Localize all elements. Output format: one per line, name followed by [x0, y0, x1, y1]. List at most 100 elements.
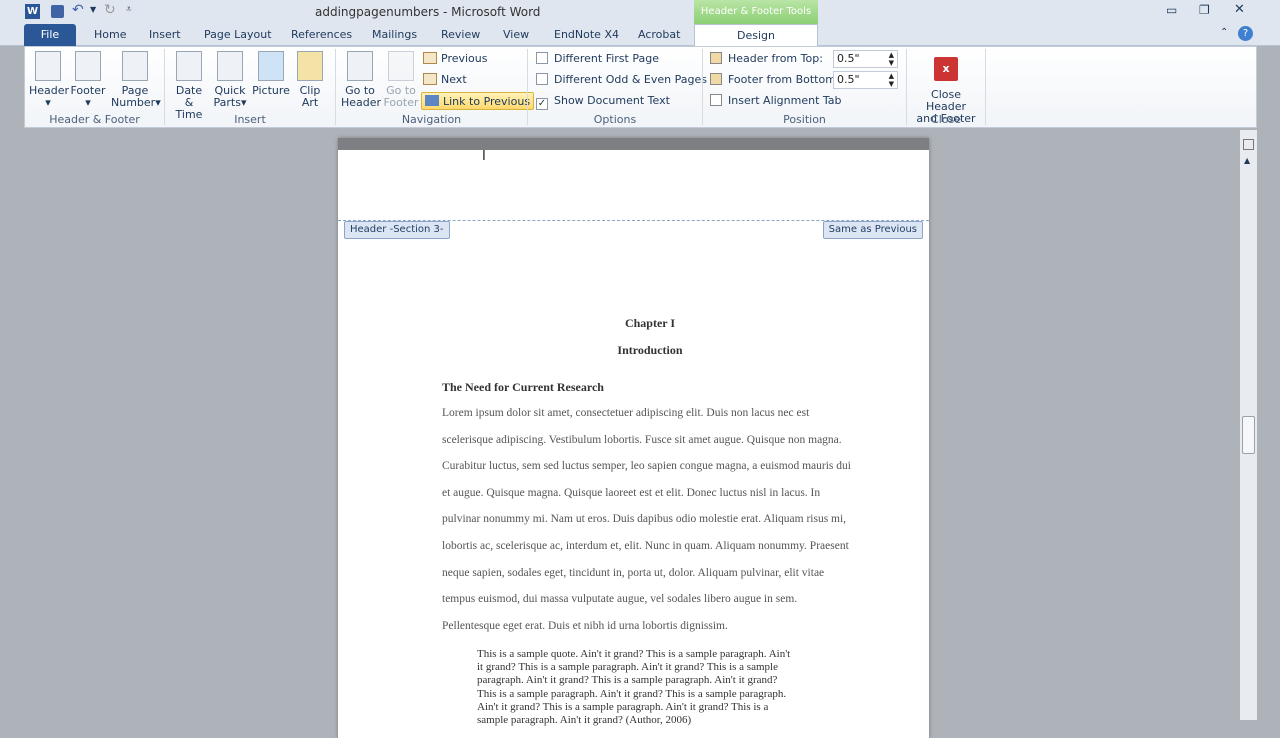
footer-from-bottom-label: Footer from Bottom:: [710, 71, 840, 89]
customize-toolbar-icon[interactable]: ⩡: [126, 4, 132, 15]
picture-button[interactable]: Picture: [251, 51, 291, 97]
checkbox-icon: [536, 52, 548, 64]
group-close: Close: [931, 113, 961, 126]
body-line: scelerisque adipiscing. Vestibulum lobor…: [442, 433, 842, 446]
different-odd-even-checkbox[interactable]: Different Odd & Even Pages: [536, 71, 707, 89]
ruler-toggle-icon[interactable]: [1243, 139, 1254, 150]
different-first-page-checkbox[interactable]: Different First Page: [536, 50, 659, 68]
text-cursor-icon: I: [482, 149, 486, 164]
minimize-button[interactable]: ▭: [1166, 3, 1177, 17]
next-button[interactable]: Next: [423, 71, 467, 89]
chapter-title: Chapter I: [624, 316, 676, 330]
header-from-top-input[interactable]: 0.5" ▲ ▼: [833, 50, 898, 68]
header-from-top-label: Header from Top:: [710, 50, 823, 68]
page-number-button[interactable]: Page Number▾: [111, 51, 161, 109]
link-icon: [425, 95, 439, 106]
date-time-button[interactable]: Date & Time: [170, 51, 208, 121]
tab-mailings[interactable]: Mailings: [372, 28, 417, 41]
different-first-page-label: Different First Page: [554, 52, 659, 65]
group-navigation: Navigation: [401, 113, 462, 126]
ribbon: Header ▾ Footer ▾ Page Number▾ Header & Foo…: [24, 46, 1257, 128]
close-header-label: Close Header: [925, 88, 967, 113]
tab-endnote[interactable]: EndNote X4: [554, 28, 619, 41]
tab-view[interactable]: View: [503, 28, 529, 41]
go-to-header-button[interactable]: Go to Header: [341, 51, 381, 109]
go-to-footer-icon: [388, 51, 414, 81]
vertical-scrollbar[interactable]: ▲: [1240, 130, 1257, 720]
minimize-ribbon-icon[interactable]: ⌃: [1220, 27, 1228, 38]
insert-alignment-tab-label: Insert Alignment Tab: [728, 94, 842, 107]
group-position: Position: [783, 113, 826, 126]
title-bar: W ↶ ▼ ↻ ⩡ addingpagenumbers - Microsoft …: [0, 0, 1280, 24]
link-to-previous-label: Link to Previous: [443, 95, 531, 108]
context-tab-label: Header & Footer Tools: [694, 0, 818, 24]
word-logo-icon: W: [25, 4, 40, 19]
header-section-tag: Header -Section 3-: [344, 221, 450, 239]
tab-home[interactable]: Home: [94, 28, 126, 41]
footer-from-bottom-input[interactable]: 0.5" ▲ ▼: [833, 71, 898, 89]
header-position-icon: [710, 52, 722, 64]
alignment-tab-icon: [710, 94, 722, 106]
undo-icon[interactable]: ↶: [72, 2, 84, 18]
tab-review[interactable]: Review: [441, 28, 480, 41]
go-to-footer-label-2: Footer: [383, 96, 419, 109]
picture-label: Picture: [252, 84, 290, 97]
go-to-footer-button: Go to Footer: [382, 51, 420, 109]
group-header-footer: Header & Footer: [49, 113, 140, 126]
window-title: addingpagenumbers - Microsoft Word: [315, 5, 541, 19]
previous-button[interactable]: Previous: [423, 50, 488, 68]
body-line: pulvinar nonummy mi. Nam ut eros. Duis d…: [442, 513, 847, 526]
tab-references[interactable]: References: [291, 28, 352, 41]
next-icon: [423, 73, 437, 85]
undo-dropdown-icon[interactable]: ▼: [90, 5, 96, 14]
tab-page-layout[interactable]: Page Layout: [204, 28, 272, 41]
page-number-icon: [122, 51, 148, 81]
body-line: Pellentesque eget erat. Duis et nibh id …: [442, 619, 728, 632]
group-options: Options: [593, 113, 637, 126]
scroll-up-icon[interactable]: ▲: [1244, 156, 1250, 165]
footer-label: Footer: [70, 84, 106, 97]
save-icon[interactable]: [51, 5, 64, 18]
footer-value: 0.5": [837, 73, 860, 86]
show-document-text-checkbox[interactable]: ✓ Show Document Text: [536, 92, 670, 110]
footer-button[interactable]: Footer ▾: [69, 51, 107, 109]
header-icon: [35, 51, 61, 81]
group-insert: Insert: [234, 113, 266, 126]
tab-design[interactable]: Design: [694, 24, 818, 48]
section-heading: The Need for Current Research: [442, 380, 604, 394]
tab-file[interactable]: File: [24, 24, 76, 46]
picture-icon: [258, 51, 284, 81]
close-window-button[interactable]: ✕: [1234, 2, 1245, 17]
redo-icon[interactable]: ↻: [104, 2, 116, 18]
quote-line: This is a sample paragraph. Ain't it gra…: [477, 687, 787, 700]
insert-alignment-tab-button[interactable]: Insert Alignment Tab: [710, 92, 842, 110]
tab-acrobat[interactable]: Acrobat: [638, 28, 680, 41]
ribbon-tabs: File Home Insert Page Layout References …: [0, 24, 1280, 48]
link-to-previous-button[interactable]: Link to Previous: [421, 92, 535, 110]
header-label: Header: [29, 84, 70, 97]
quote-line: paragraph. Ain't it grand? This is a sam…: [477, 674, 778, 687]
tab-insert[interactable]: Insert: [149, 28, 181, 41]
page-break-band: [338, 138, 929, 150]
quote-line: it grand? This is a sample paragraph. Ai…: [477, 661, 778, 674]
scroll-thumb[interactable]: [1242, 416, 1255, 454]
calendar-icon: [176, 51, 202, 81]
clip-art-icon: [297, 51, 323, 81]
same-as-previous-tag: Same as Previous: [822, 221, 923, 239]
quick-parts-button[interactable]: Quick Parts▾: [211, 51, 249, 109]
restore-button[interactable]: ❐: [1199, 3, 1210, 17]
spinner-icon[interactable]: ▲ ▼: [889, 72, 894, 88]
next-label: Next: [441, 73, 467, 86]
document-page[interactable]: Header -Section 3- Same as Previous Chap…: [338, 138, 929, 738]
go-to-header-icon: [347, 51, 373, 81]
clip-art-label-2: Art: [301, 96, 319, 109]
previous-icon: [423, 52, 437, 64]
clip-art-button[interactable]: Clip Art: [295, 51, 325, 109]
close-red-x-icon: x: [934, 57, 958, 81]
help-icon[interactable]: ?: [1238, 26, 1253, 41]
spinner-icon[interactable]: ▲ ▼: [889, 51, 894, 67]
body-line: lobortis ac, scelerisque ac, interdum et…: [442, 540, 849, 552]
header-button[interactable]: Header ▾: [29, 51, 70, 109]
body-line: neque sapien, sodales eget, tincidunt in…: [442, 566, 825, 579]
body-line: Lorem ipsum dolor sit amet, consectetuer…: [442, 407, 810, 419]
